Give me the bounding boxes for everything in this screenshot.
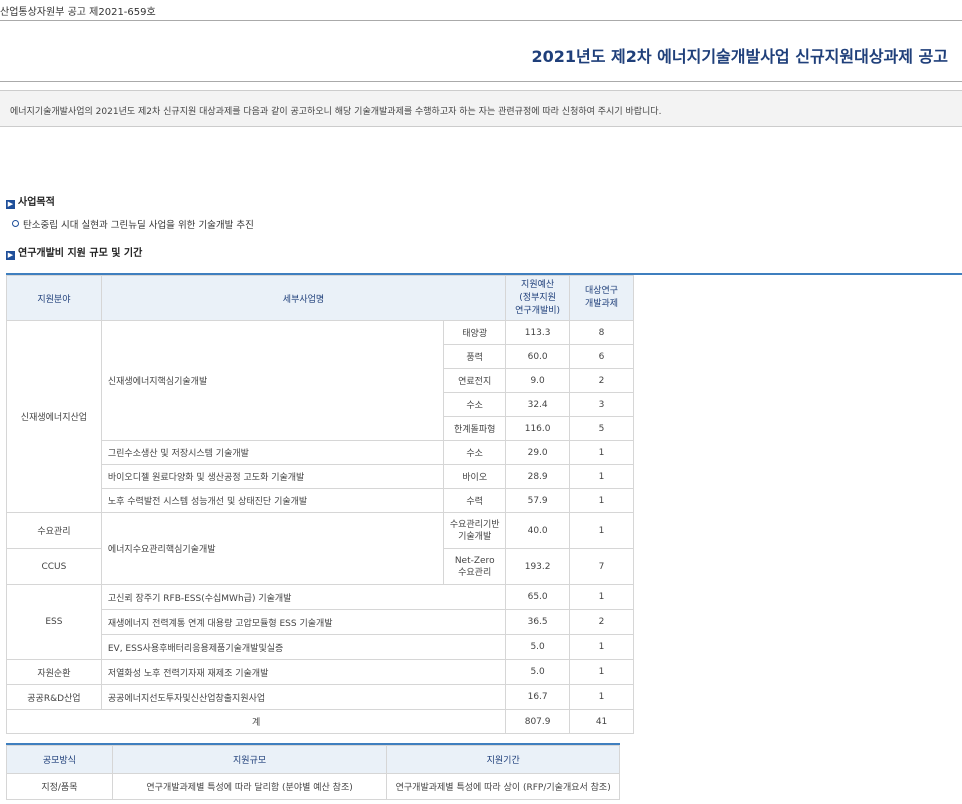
arrow-right-icon: ▶: [6, 200, 15, 209]
intro-box: 에너지기술개발사업의 2021년도 제2차 신규지원 대상과제를 다음과 같이 …: [0, 90, 962, 127]
header-budget: 지원예산 (정부지원 연구개발비): [505, 275, 571, 321]
application-table: 공모방식 지원규모 지원기간 지정/품목 연구개발과제별 특성에 따라 달리함 …: [6, 745, 620, 800]
header-field: 지원분야: [6, 275, 102, 321]
method-cell: 지정/품목: [6, 773, 113, 800]
field-cell: 공공R&D산업: [6, 684, 102, 710]
sub-cell: 수요관리기반 기술개발: [443, 512, 507, 549]
count-cell: 2: [569, 368, 634, 393]
title-box: 2021년도 제2차 에너지기술개발사업 신규지원대상과제 공고: [0, 20, 962, 82]
budget-cell: 16.7: [505, 684, 571, 710]
sub-cell: 한계돌파형: [443, 416, 507, 441]
purpose-bullet: 탄소중립 시대 실현과 그린뉴딜 사업을 위한 기술개발 추진: [12, 217, 254, 231]
budget-cell: 28.9: [505, 464, 571, 489]
program-cell: 고신뢰 장주기 RFB-ESS(수십MWh급) 기술개발: [100, 584, 507, 610]
section-heading-purpose: ▶ 사업목적: [6, 193, 55, 209]
budget-cell: 5.0: [505, 634, 571, 660]
section-title: 사업목적: [18, 197, 55, 208]
count-cell: 1: [569, 584, 634, 610]
count-cell: 5: [569, 416, 634, 441]
field-cell: CCUS: [6, 548, 102, 585]
program-cell: 재생에너지 전력계통 연계 대용량 고압모듈형 ESS 기술개발: [100, 609, 507, 635]
count-cell: 1: [569, 659, 634, 685]
count-cell: 1: [569, 684, 634, 710]
budget-cell: 193.2: [505, 548, 571, 585]
program-cell: 공공에너지선도투자및신산업창출지원사업: [100, 684, 507, 710]
scale-cell: 연구개발과제별 특성에 따라 달리함 (분야별 예산 참조): [111, 773, 388, 800]
budget-cell: 9.0: [505, 368, 571, 393]
budget-cell: 57.9: [505, 488, 571, 513]
count-cell: 2: [569, 609, 634, 635]
sub-cell: 바이오: [443, 464, 507, 489]
budget-cell: 40.0: [505, 512, 571, 549]
bullet-text: 탄소중립 시대 실현과 그린뉴딜 사업을 위한 기술개발 추진: [23, 220, 254, 231]
program-cell: 신재생에너지핵심기술개발: [100, 320, 445, 441]
count-cell: 1: [569, 464, 634, 489]
program-cell: 바이오디젤 원료다양화 및 생산공정 고도화 기술개발: [100, 464, 445, 489]
sub-cell: 연료전지: [443, 368, 507, 393]
budget-cell: 36.5: [505, 609, 571, 635]
header-period: 지원기간: [386, 745, 620, 774]
count-cell: 1: [569, 634, 634, 660]
program-cell: EV, ESS사용후배터리응용제품기술개발및실증: [100, 634, 507, 660]
header-program: 세부사업명: [100, 275, 507, 321]
budget-cell: 32.4: [505, 392, 571, 417]
sub-cell: 수소: [443, 392, 507, 417]
page-title: 2021년도 제2차 에너지기술개발사업 신규지원대상과제 공고: [531, 47, 948, 66]
intro-text: 에너지기술개발사업의 2021년도 제2차 신규지원 대상과제를 다음과 같이 …: [10, 107, 662, 117]
header-count: 대상연구 개발과제: [569, 275, 634, 321]
total-budget: 807.9: [505, 709, 571, 734]
sub-cell: 수소: [443, 440, 507, 465]
program-cell: 저열화성 노후 전력기자재 재제조 기술개발: [100, 659, 507, 685]
program-cell: 에너지수요관리핵심기술개발: [100, 512, 445, 585]
sub-cell: 풍력: [443, 344, 507, 369]
arrow-right-icon: ▶: [6, 251, 15, 260]
budget-cell: 29.0: [505, 440, 571, 465]
count-cell: 7: [569, 548, 634, 585]
field-cell: ESS: [6, 584, 102, 660]
budget-cell: 5.0: [505, 659, 571, 685]
budget-cell: 113.3: [505, 320, 571, 345]
count-cell: 6: [569, 344, 634, 369]
circle-bullet-icon: [12, 220, 19, 227]
notice-number: 산업통상자원부 공고 제2021-659호: [0, 7, 156, 18]
count-cell: 1: [569, 488, 634, 513]
field-cell: 자원순환: [6, 659, 102, 685]
budget-cell: 60.0: [505, 344, 571, 369]
period-cell: 연구개발과제별 특성에 따라 상이 (RFP/기술개요서 참조): [386, 773, 620, 800]
program-cell: 그린수소생산 및 저장시스템 기술개발: [100, 440, 445, 465]
budget-cell: 116.0: [505, 416, 571, 441]
count-cell: 1: [569, 512, 634, 549]
section-title: 연구개발비 지원 규모 및 기간: [18, 248, 143, 259]
total-label: 계: [5, 709, 507, 734]
section-heading-budget: ▶ 연구개발비 지원 규모 및 기간: [6, 244, 142, 260]
header-method: 공모방식: [6, 745, 113, 774]
budget-table: 지원분야 세부사업명 지원예산 (정부지원 연구개발비) 대상연구 개발과제 신…: [5, 275, 634, 734]
sub-cell: 태양광: [443, 320, 507, 345]
header-scale: 지원규모: [111, 745, 388, 774]
total-count: 41: [569, 709, 634, 734]
count-cell: 3: [569, 392, 634, 417]
count-cell: 8: [569, 320, 634, 345]
count-cell: 1: [569, 440, 634, 465]
sub-cell: 수력: [443, 488, 507, 513]
budget-cell: 65.0: [505, 584, 571, 610]
field-cell: 수요관리: [6, 512, 102, 549]
field-cell: 신재생에너지산업: [6, 320, 102, 513]
program-cell: 노후 수력발전 시스템 성능개선 및 상태진단 기술개발: [100, 488, 445, 513]
sub-cell: Net-Zero 수요관리: [443, 548, 507, 585]
